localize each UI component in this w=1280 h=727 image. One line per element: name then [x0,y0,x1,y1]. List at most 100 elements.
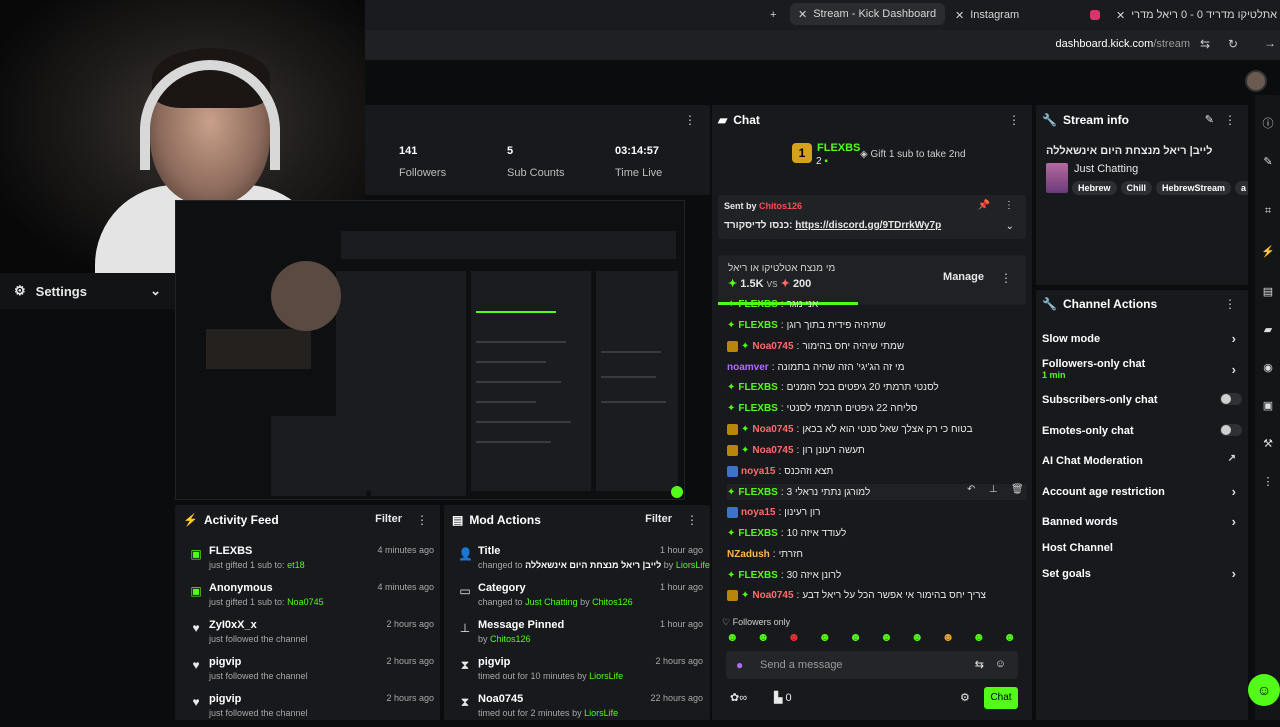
stat-value: 03:14:57 [615,145,660,157]
emotes-only-toggle[interactable] [1220,424,1242,436]
emote-icon[interactable]: ☻ [849,630,862,646]
chat-message[interactable]: ✦ Noa0745: שמתי שיהיה יחס בהימור [727,338,904,354]
kebab-menu-icon[interactable]: ⋮ [1000,271,1012,285]
tab-kick-dashboard[interactable]: ✕ Stream - Kick Dashboard [790,3,945,25]
monitor-icon[interactable]: ▣ [1261,399,1275,412]
chat-input[interactable]: ● Send a message ⇆ ☺ [726,651,1018,679]
kebab-menu-icon[interactable]: ⋮ [686,513,698,527]
trash-icon[interactable]: 🗑 [1011,484,1024,495]
emote-icon[interactable]: ☻ [726,630,739,646]
chat-message[interactable]: ✦ FLEXBS: לעודד איזה 10 [727,525,846,541]
close-icon[interactable]: ✕ [955,9,964,22]
kebab-menu-icon[interactable]: ⋮ [416,513,428,527]
gift-cta[interactable]: ◈ Gift 1 sub to take 2nd [860,149,966,160]
translate-icon[interactable]: ⇆ [1200,37,1210,51]
emote-icon[interactable]: ☻ [818,630,831,646]
broadcast-icon[interactable]: ◉ [1261,361,1275,374]
close-icon[interactable]: ✕ [1116,9,1125,22]
document-icon[interactable]: ▤ [1261,285,1275,298]
emoji-icon[interactable]: ☺ [995,658,1006,670]
chat-message[interactable]: ✦ FLEXBS: לרונן איזה 30 [727,567,841,583]
avatar[interactable] [1245,70,1267,92]
pencil-icon[interactable]: ✎ [1261,155,1275,168]
infinity-icon[interactable]: ✿∞ [730,691,747,704]
emote-icon[interactable]: ☻ [788,630,801,646]
microphone-icon[interactable]: ● [736,658,743,672]
emote-icon[interactable]: ☻ [911,630,924,646]
chat-message[interactable]: noya15: תצא וזהכנס [727,463,833,479]
chat-message[interactable]: NZadush: חזרתי [727,546,803,562]
slow-mode-row[interactable]: Slow mode › [1042,331,1242,346]
stream-category[interactable]: Just Chatting [1074,163,1138,175]
close-icon[interactable]: ✕ [798,8,807,21]
kebab-menu-icon[interactable]: ⋮ [1224,113,1236,127]
address-bar[interactable]: dashboard.kick.com/stream ⇆ ↻ → [365,30,1280,60]
reload-icon[interactable]: ↻ [1228,37,1238,51]
account-age-row[interactable]: Account age restriction › [1042,484,1242,499]
tag-chip[interactable]: a [1235,181,1248,195]
ai-moderation-row[interactable]: AI Chat Moderation ↗ [1042,453,1242,467]
activity-item: ♥ ZyI0xX_x just followed the channel 2 h… [189,619,434,653]
chat-message[interactable]: ✦ Noa0745: צריך יחס בהימור אי אפשר הכל על… [727,587,986,603]
crown-badge-icon [727,423,738,435]
tag-chip[interactable]: Chill [1120,181,1153,195]
subscribers-only-row[interactable]: Subscribers-only chat [1042,393,1242,406]
chevron-down-icon[interactable]: ⌄ [1006,221,1014,232]
manage-button[interactable]: Manage [943,271,984,283]
forward-icon[interactable]: → [1264,36,1276,50]
set-goals-row[interactable]: Set goals › [1042,566,1242,581]
kebab-menu-icon[interactable]: ⋮ [684,113,696,127]
subscribers-only-toggle[interactable] [1220,393,1242,405]
chat-message-hovered[interactable]: ✦ FLEXBS: למורגן נתתי נראלי 3 ↶ ⊥ 🗑 [727,484,1027,500]
tag-chip[interactable]: Hebrew [1072,181,1117,195]
translate-icon[interactable]: ⇆ [975,658,984,671]
help-chat-icon[interactable]: ☺ [1248,674,1280,706]
more-icon[interactable]: ⋮ [1261,475,1275,488]
edit-icon[interactable]: ✎ [1205,113,1214,126]
mod-actions-panel: ▤ Mod Actions Filter ⋮ 👤 Title changed to… [444,505,710,720]
crop-icon[interactable]: ⌗ [1261,205,1275,218]
pin-icon[interactable]: 📌 [978,200,990,211]
tab-match[interactable]: ✕ אתלטיקו מדריד 0 - 0 ריאל מדרי [1090,6,1280,24]
tab-instagram[interactable]: ✕ Instagram [955,6,1019,24]
host-channel-row[interactable]: Host Channel [1042,542,1242,554]
emote-icon[interactable]: ☻ [757,630,770,646]
reply-icon[interactable]: ↶ [967,484,975,495]
discord-link[interactable]: https://discord.gg/9TDrrkWy7p [795,220,941,231]
kebab-menu-icon[interactable]: ⋮ [1008,113,1020,127]
chat-message[interactable]: ✦ FLEXBS: סליחה 22 גיפטים תרמתי לסנטי [727,400,917,416]
kebab-menu-icon[interactable]: ⋮ [1224,297,1236,311]
emotes-only-row[interactable]: Emotes-only chat [1042,424,1242,437]
pin-icon[interactable]: ⊥ [989,484,998,495]
bolt-icon[interactable]: ⚡ [1261,245,1275,258]
gear-icon[interactable]: ⚙ [960,691,970,704]
followers-only-notice: ♡ Followers only [722,617,791,627]
filter-button[interactable]: Filter [375,513,402,525]
top-gifter-name[interactable]: FLEXBS [817,142,860,154]
wrench-icon[interactable]: ⚒ [1261,437,1275,450]
emote-icon[interactable]: ☻ [880,630,893,646]
new-tab-button[interactable]: + [770,6,776,24]
chat-message[interactable]: ✦ Noa0745: תעשה רעונן רון [727,442,865,458]
banned-words-row[interactable]: Banned words › [1042,514,1242,529]
followers-only-row[interactable]: Followers-only chat 1 min › [1042,358,1242,380]
chat-message[interactable]: ✦ FLEXBS: לסנטי תרמתי 20 גיפטים בכל הזמני… [727,379,939,395]
filter-button[interactable]: Filter [645,513,672,525]
chat-message[interactable]: ✦ FLEXBS: אני נוגר [727,296,818,312]
chat-message[interactable]: ✦ FLEXBS: שתיהיה פידית בתוך רוגן [727,317,886,333]
chat-icon[interactable]: ▰ [1261,323,1275,336]
info-icon[interactable]: ⓘ [1261,115,1275,131]
stream-info-header: 🔧 Stream info [1042,113,1129,127]
chat-message[interactable]: noamver: מי זה הג'יגי' הזה שהיה בתמונה [727,359,904,375]
emote-icon[interactable]: ☻ [942,630,955,646]
emote-icon[interactable]: ☻ [973,630,986,646]
chevron-down-icon: ⌄ [150,283,161,298]
emote-icon[interactable]: ☻ [1003,630,1016,646]
send-chat-button[interactable]: Chat [984,687,1018,709]
settings-header[interactable]: ⚙ Settings ⌄ [0,273,175,309]
kebab-menu-icon[interactable]: ⋮ [1004,200,1014,211]
chat-message[interactable]: ✦ Noa0745: בטוח כי רק אצלך שאל סנטי הוא ל… [727,421,973,437]
tag-chip[interactable]: HebrewStream [1156,181,1232,195]
chevron-right-icon: › [1231,514,1236,529]
chat-message[interactable]: noya15: רון רעינון [727,504,820,520]
